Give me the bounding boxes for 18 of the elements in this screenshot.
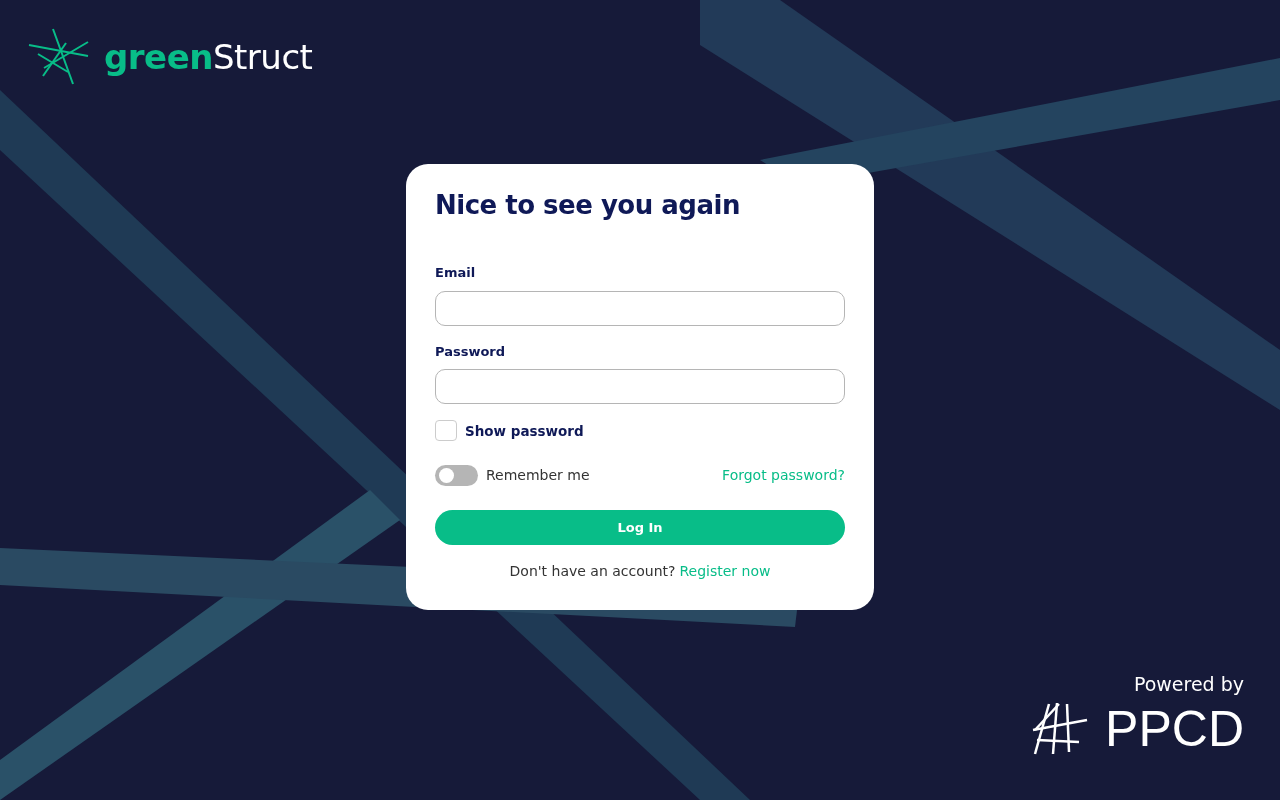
show-password-checkbox[interactable] xyxy=(435,420,457,442)
company-name: PPCD xyxy=(1105,704,1244,754)
logo-icon xyxy=(28,28,90,86)
powered-by-label: Powered by xyxy=(1133,671,1244,697)
remember-me-label: Remember me xyxy=(486,466,590,486)
login-title: Nice to see you again xyxy=(435,190,741,222)
input-field[interactable] xyxy=(435,369,845,405)
company-logo-icon xyxy=(1031,702,1090,756)
login-button[interactable]: Log In xyxy=(435,510,845,546)
field-label: Email xyxy=(435,264,477,283)
register-link[interactable]: Register now xyxy=(679,561,771,583)
show-password-label[interactable]: Show password xyxy=(465,420,584,441)
field-label: Password xyxy=(435,342,507,361)
forgot-password-link[interactable]: Forgot password? xyxy=(722,465,845,487)
input-field[interactable] xyxy=(435,290,845,326)
register-prompt: Don't have an account? xyxy=(509,562,676,582)
brand-name: greenStruct xyxy=(104,40,313,74)
remember-me-toggle[interactable] xyxy=(435,465,478,487)
